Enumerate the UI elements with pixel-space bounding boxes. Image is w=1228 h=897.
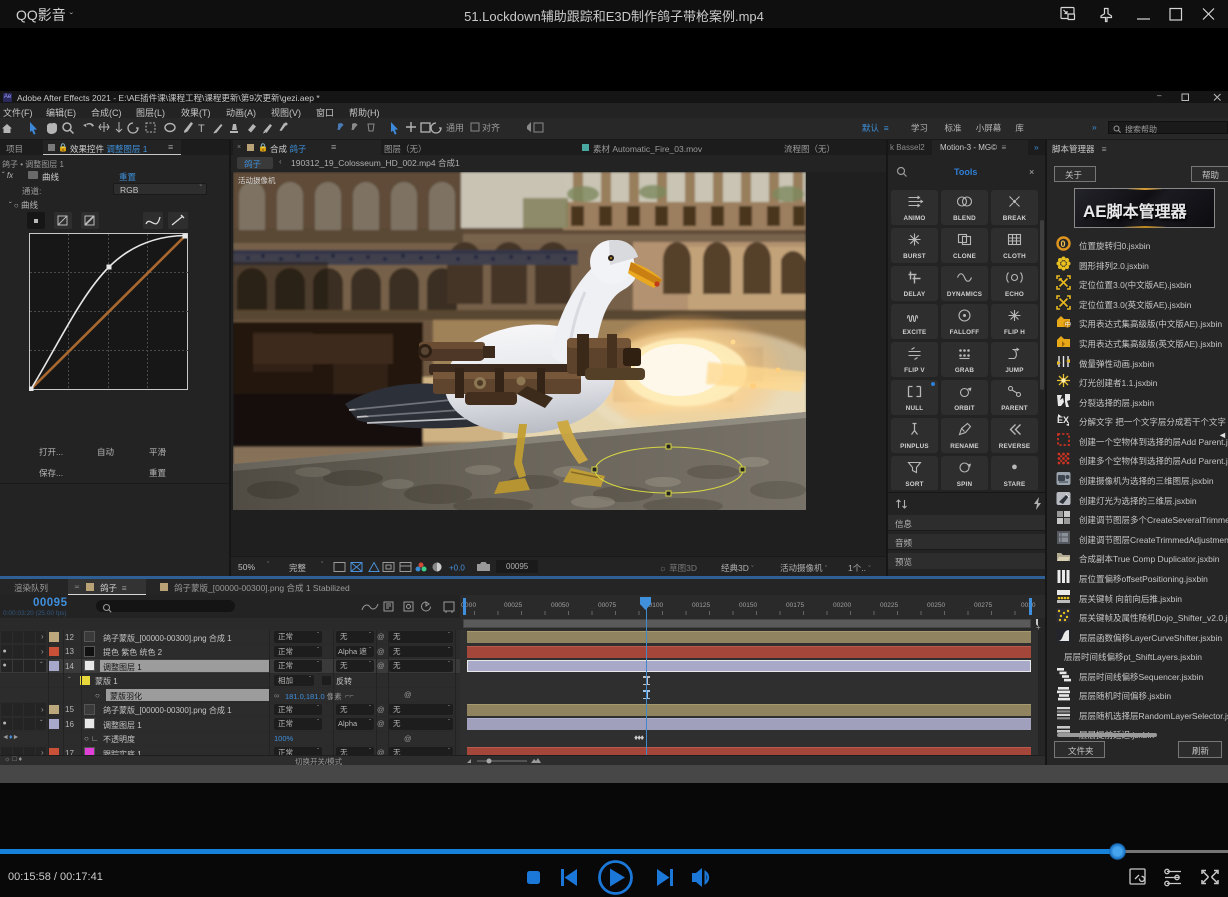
svg-text:+0.0: +0.0 [449,564,465,573]
svg-text:对齐: 对齐 [482,122,500,133]
svg-text:T: T [198,123,205,135]
svg-text:通用: 通用 [446,123,464,133]
svg-text:0: 0 [1061,239,1066,249]
svg-text:中: 中 [1065,320,1071,329]
svg-text:活动摄像机: 活动摄像机 [238,175,276,185]
